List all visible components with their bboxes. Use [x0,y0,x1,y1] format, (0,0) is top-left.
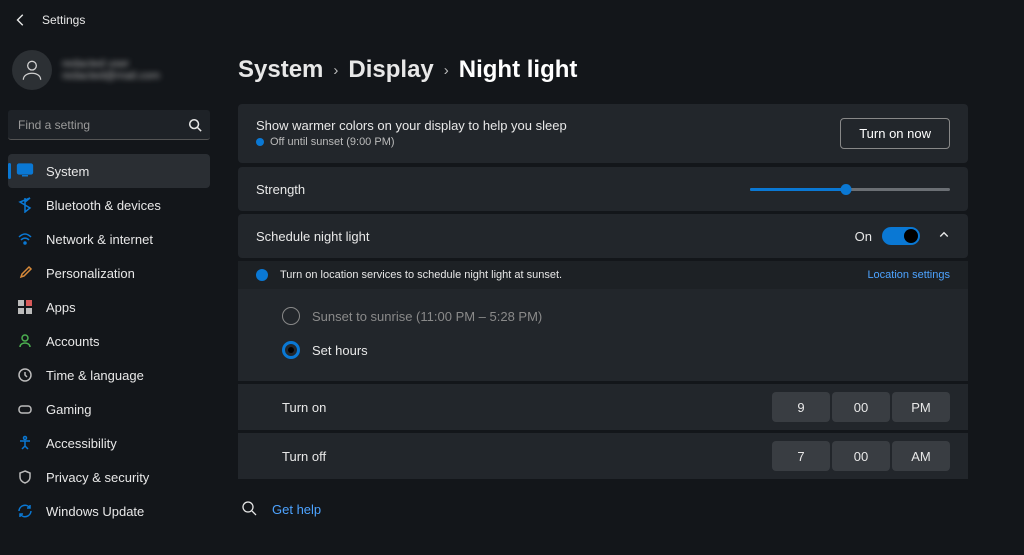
turn-off-minute[interactable]: 00 [832,441,890,471]
get-help-link[interactable]: Get help [272,502,321,517]
turn-on-desc: Show warmer colors on your display to he… [256,118,840,133]
sidebar-item-label: Apps [46,300,76,315]
strength-slider[interactable] [750,182,950,196]
strength-label: Strength [256,182,750,197]
sidebar-item-gaming[interactable]: Gaming [8,392,210,426]
turn-off-time-picker: 7 00 AM [772,441,950,471]
help-icon [242,501,258,517]
sidebar-item-apps[interactable]: Apps [8,290,210,324]
help-row: Get help [238,501,968,517]
grid-icon [16,298,34,316]
sidebar-item-label: Privacy & security [46,470,149,485]
turn-on-minute[interactable]: 00 [832,392,890,422]
strength-row: Strength [238,167,968,211]
sidebar-item-accounts[interactable]: Accounts [8,324,210,358]
gamepad-icon [16,400,34,418]
chevron-right-icon: › [444,62,449,79]
schedule-label: Schedule night light [256,229,855,244]
info-icon [256,269,268,281]
location-settings-link[interactable]: Location settings [867,269,950,281]
breadcrumb: System › Display › Night light [238,56,968,84]
sidebar-item-time[interactable]: Time & language [8,358,210,392]
shield-icon [16,468,34,486]
radio-sunset-label: Sunset to sunrise (11:00 PM – 5:28 PM) [312,309,542,324]
nav-list: System Bluetooth & devices Network & int… [8,154,210,528]
schedule-row: Schedule night light On [238,214,968,258]
search-icon [188,118,202,132]
sidebar-item-personalization[interactable]: Personalization [8,256,210,290]
turn-on-now-button[interactable]: Turn on now [840,118,950,149]
avatar [12,50,52,90]
turn-off-hour[interactable]: 7 [772,441,830,471]
clock-icon [16,366,34,384]
sidebar-item-privacy[interactable]: Privacy & security [8,460,210,494]
sidebar-item-label: Accessibility [46,436,117,451]
notice-text: Turn on location services to schedule ni… [280,269,867,281]
turn-off-time-row: Turn off 7 00 AM [238,433,968,479]
turn-on-time-row: Turn on 9 00 PM [238,384,968,430]
access-icon [16,434,34,452]
sidebar-item-label: Gaming [46,402,92,417]
user-block[interactable]: redacted user redacted@mail.com [8,46,210,106]
collapse-button[interactable] [938,229,950,244]
bluetooth-icon [16,196,34,214]
breadcrumb-system[interactable]: System [238,56,323,84]
turn-on-status: Off until sunset (9:00 PM) [270,136,395,148]
sidebar-item-label: Personalization [46,266,135,281]
back-icon[interactable] [14,13,28,27]
search-input[interactable] [8,110,210,140]
brush-icon [16,264,34,282]
turn-on-label: Turn on [282,400,772,415]
sidebar-item-label: Network & internet [46,232,153,247]
schedule-state: On [855,229,872,244]
breadcrumb-display[interactable]: Display [348,56,433,84]
sidebar: redacted user redacted@mail.com System B… [0,40,218,555]
turn-on-time-picker: 9 00 PM [772,392,950,422]
sidebar-item-accessibility[interactable]: Accessibility [8,426,210,460]
sidebar-item-bluetooth[interactable]: Bluetooth & devices [8,188,210,222]
status-dot-icon [256,138,264,146]
turn-off-ampm[interactable]: AM [892,441,950,471]
schedule-toggle[interactable] [882,227,920,245]
turn-on-card: Show warmer colors on your display to he… [238,104,968,163]
radio-set-hours[interactable]: Set hours [238,333,968,367]
location-notice: Turn on location services to schedule ni… [238,261,968,289]
sidebar-item-label: System [46,164,89,179]
sidebar-item-system[interactable]: System [8,154,210,188]
sidebar-item-update[interactable]: Windows Update [8,494,210,528]
app-title: Settings [42,13,85,27]
wifi-icon [16,230,34,248]
search-box [8,110,210,140]
radio-sethours-label: Set hours [312,343,368,358]
sidebar-item-label: Time & language [46,368,144,383]
turn-on-hour[interactable]: 9 [772,392,830,422]
schedule-options: Sunset to sunrise (11:00 PM – 5:28 PM) S… [238,289,968,381]
person-icon [16,332,34,350]
slider-thumb-icon[interactable] [841,184,852,195]
user-info: redacted user redacted@mail.com [62,58,160,82]
chevron-right-icon: › [333,62,338,79]
monitor-icon [16,162,34,180]
sidebar-item-network[interactable]: Network & internet [8,222,210,256]
radio-sunset[interactable]: Sunset to sunrise (11:00 PM – 5:28 PM) [238,299,968,333]
page-title: Night light [459,56,578,84]
radio-icon [282,307,300,325]
main-content: System › Display › Night light Show warm… [218,40,1024,555]
update-icon [16,502,34,520]
turn-off-label: Turn off [282,449,772,464]
sidebar-item-label: Bluetooth & devices [46,198,161,213]
sidebar-item-label: Windows Update [46,504,144,519]
sidebar-item-label: Accounts [46,334,99,349]
radio-selected-icon [282,341,300,359]
turn-on-ampm[interactable]: PM [892,392,950,422]
